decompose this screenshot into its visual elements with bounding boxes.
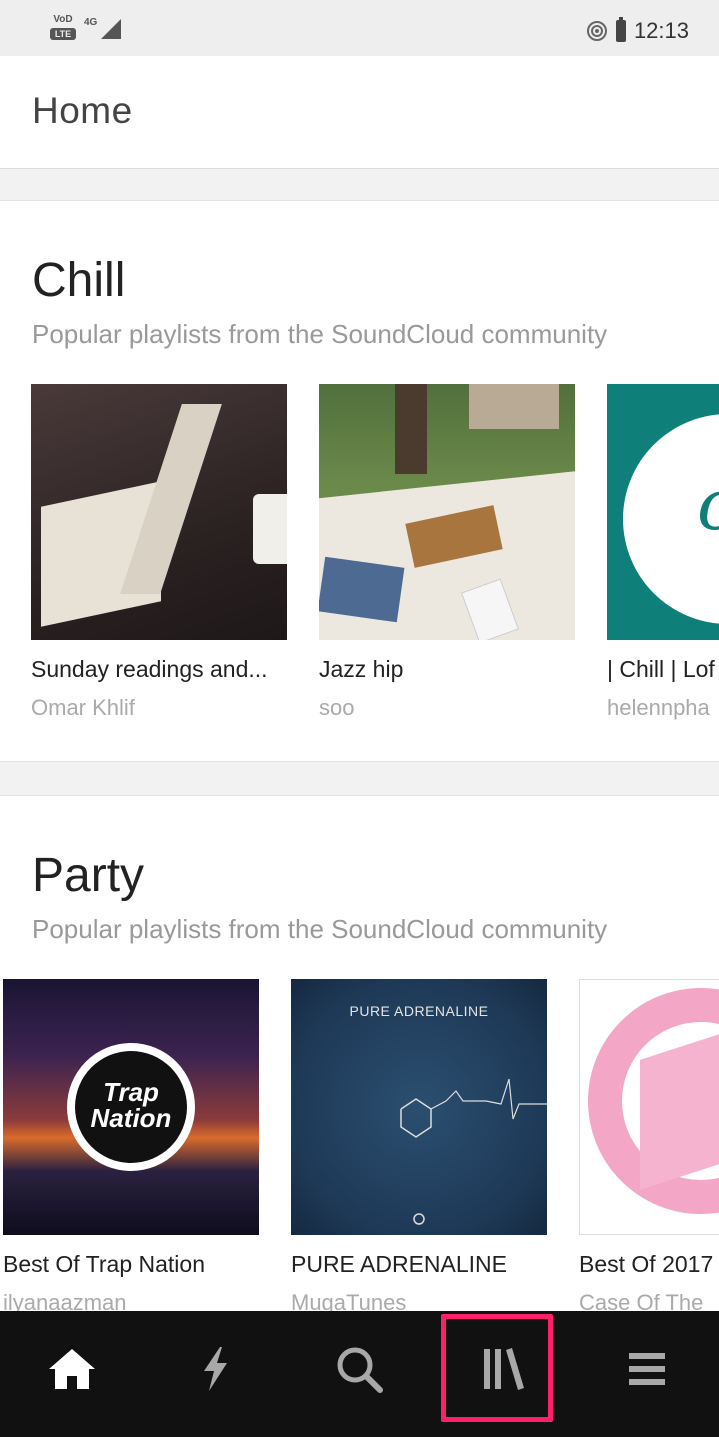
playlist-author[interactable]: helennpha	[607, 695, 719, 721]
signal-indicator: 4G	[84, 17, 123, 41]
cell-signal-icon	[101, 19, 122, 39]
playlist-artwork[interactable]	[31, 384, 287, 640]
playlist-card[interactable]: Best Of 2017 Case Of The	[579, 979, 719, 1315]
playlist-author[interactable]: Omar Khlif	[31, 695, 331, 721]
hotspot-icon	[586, 21, 607, 41]
nav-search[interactable]	[287, 1311, 430, 1426]
battery-icon	[615, 17, 626, 42]
playlist-title[interactable]: | Chill | Lof	[607, 656, 719, 683]
menu-icon	[628, 1352, 665, 1385]
playlist-title[interactable]: Best Of 2017	[579, 1251, 719, 1278]
section-subtitle: Popular playlists from the SoundCloud co…	[32, 319, 608, 349]
nav-more[interactable]	[575, 1311, 718, 1426]
playlist-artwork[interactable]: PURE ADRENALINE	[291, 979, 547, 1235]
section-title: Party	[32, 849, 145, 902]
playlist-card[interactable]: PURE ADRENALINE PURE ADRENALINE MugaTune…	[291, 979, 547, 1315]
lte-label: LTE	[50, 28, 76, 40]
volte-icon: VoD LTE	[50, 14, 76, 44]
playlist-title[interactable]: Best Of Trap Nation	[3, 1251, 303, 1278]
home-icon	[48, 1348, 95, 1389]
app-header: Home	[0, 56, 719, 169]
playlist-artwork[interactable]	[579, 979, 719, 1235]
volte-label: VoD	[53, 14, 73, 25]
playlist-artwork[interactable]: c	[607, 384, 719, 640]
lightning-icon	[203, 1346, 227, 1391]
page-title: Home	[32, 90, 133, 131]
playlist-card[interactable]: Sunday readings and... Omar Khlif	[31, 384, 287, 720]
status-left: VoD LTE 4G	[50, 14, 123, 44]
status-right: 12:13	[586, 17, 689, 44]
section-chill: Chill Popular playlists from the SoundCl…	[0, 200, 719, 762]
section-party: Party Popular playlists from the SoundCl…	[0, 795, 719, 1317]
playlist-card[interactable]: Trap Nation Best Of Trap Nation ilyanaaz…	[3, 979, 259, 1315]
nav-home[interactable]	[0, 1311, 143, 1426]
section-title: Chill	[32, 254, 126, 307]
playlist-title[interactable]: Sunday readings and...	[31, 656, 331, 683]
library-highlight-box	[441, 1314, 553, 1422]
playlist-title[interactable]: Jazz hip	[319, 656, 619, 683]
playlist-artwork[interactable]: Trap Nation	[3, 979, 259, 1235]
nav-stream[interactable]	[143, 1311, 286, 1426]
playlist-card[interactable]: c | Chill | Lof helennpha	[607, 384, 719, 720]
bottom-navigation	[0, 1311, 719, 1437]
artwork-letter: c	[697, 464, 719, 546]
section-subtitle: Popular playlists from the SoundCloud co…	[32, 914, 608, 944]
playlist-card[interactable]: Jazz hip soo	[319, 384, 575, 720]
playlist-author[interactable]: soo	[319, 695, 619, 721]
search-icon	[337, 1347, 383, 1393]
network-label: 4G	[84, 17, 98, 28]
molecule-graphic	[400, 1078, 547, 1225]
playlist-title[interactable]: PURE ADRENALINE	[291, 1251, 591, 1278]
playlist-artwork[interactable]	[319, 384, 575, 640]
status-bar: VoD LTE 4G 12:13	[0, 0, 719, 56]
clock: 12:13	[633, 18, 689, 43]
artwork-logo-text: Trap Nation	[90, 1077, 172, 1133]
